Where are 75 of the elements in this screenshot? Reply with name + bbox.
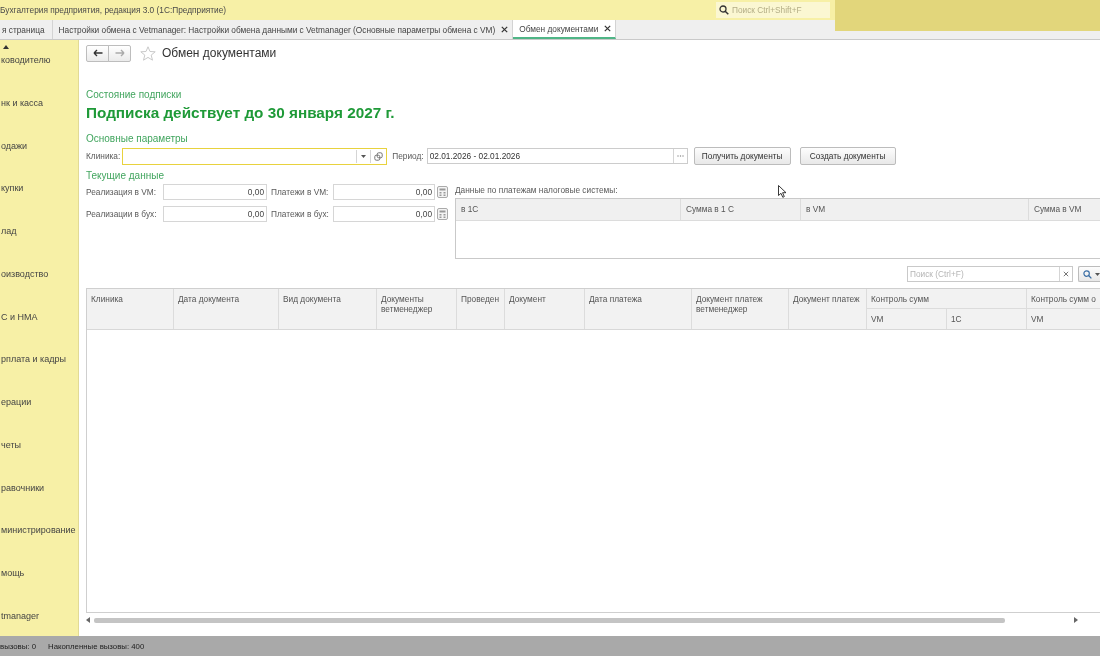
scroll-left-icon[interactable] [86,617,90,623]
close-icon[interactable] [501,26,509,33]
field-label: Реализация в VM: [86,187,157,197]
field-label: Платежи в бух: [270,209,330,219]
search-button[interactable] [1078,266,1100,282]
scrollbar-thumb[interactable] [94,617,1006,623]
scroll-right-icon[interactable] [1074,617,1078,623]
column-header[interactable]: VM [867,309,947,329]
action-button[interactable]: Получить документы [693,147,791,165]
column-header[interactable]: 1С [947,309,1027,329]
column-header[interactable]: Дата документа [174,289,279,329]
column-header[interactable]: Документ платеж [789,289,867,329]
field-label: Клиника: [86,151,121,161]
calculator-icon[interactable] [437,186,448,198]
tab[interactable]: Обмен документами [513,20,617,39]
caret-up-icon[interactable] [3,45,9,49]
sidebar-item[interactable]: министрирование [0,524,78,537]
table-caption: Данные по платежам налоговые системы: [455,185,618,195]
tab[interactable]: я страница [0,20,53,39]
sidebar-item[interactable]: четы [0,438,78,451]
form-title: Обмен документами [162,46,277,60]
sidebar-item[interactable]: ководителю [0,54,78,66]
period-field[interactable]: 02.01.2026 - 02.01.2026 [426,148,688,164]
section-heading: Состояние подписки [86,89,182,101]
search-icon [1083,269,1092,279]
sidebar-item[interactable]: ерации [0,396,78,409]
number-field[interactable]: 0,00 [333,184,435,200]
sidebar-item[interactable]: одажи [0,139,78,152]
column-header[interactable]: Клиника [87,289,174,329]
sidebar-item[interactable]: мощь [0,567,78,580]
arrow-left-icon [92,49,103,57]
arrow-right-icon [114,49,125,57]
number-field[interactable]: 0,00 [163,184,267,200]
column-header[interactable]: Документы ветменеджер [377,289,457,329]
calculator-icon[interactable] [437,208,448,220]
horizontal-scrollbar[interactable] [86,615,1078,625]
column-header[interactable]: VM [1027,309,1100,329]
number-field[interactable]: 0,00 [163,206,267,222]
section-heading: Основные параметры [86,133,188,145]
column-header: Сумма в VM [1033,203,1083,216]
column-header[interactable]: Вид документа [279,289,377,329]
sidebar-item[interactable]: лад [0,225,78,238]
sidebar-item[interactable]: равочники [0,481,78,494]
window-title: Бухгалтерия предприятия, редакция 3.0 (1С:Предприятие) [0,5,227,15]
column-header[interactable]: Контроль сумм о [1027,289,1100,309]
section-heading: Текущие данные [86,170,164,182]
sidebar-item[interactable]: tmanager [0,609,78,622]
number-field[interactable]: 0,00 [333,206,435,222]
column-header[interactable]: Документ платеж ветменеджер [692,289,789,329]
action-button[interactable]: Создать документы [799,147,896,165]
clear-icon[interactable] [1063,271,1069,277]
back-button[interactable] [86,44,109,62]
column-header[interactable]: Дата платежа [585,289,692,329]
clinic-field[interactable] [122,147,388,165]
sidebar-item[interactable]: оизводство [0,267,78,280]
column-header: в VM [801,199,1029,220]
sidebar-item[interactable]: С и НМА [0,310,78,323]
sidebar-item[interactable]: купки [0,182,78,195]
sidebar-item[interactable]: нк и касса [0,96,78,109]
subscription-status: Подписка действует до 30 января 2027 г. [86,103,395,123]
caret-down-icon [1095,272,1100,276]
star-icon[interactable] [140,45,156,61]
column-header[interactable]: Проведен [457,289,505,329]
close-icon[interactable] [604,25,612,32]
caret-down-icon[interactable] [361,154,367,158]
field-label: Платежи в VM: [270,187,330,197]
link-icon[interactable] [374,151,384,161]
column-header[interactable]: Контроль сумм [867,289,1027,309]
column-header: в 1С [456,199,681,220]
sidebar-item[interactable]: рплата и кадры [0,353,78,366]
field-label: Реализации в бух: [86,209,158,219]
search-icon [719,5,729,15]
column-header[interactable]: Документ [505,289,585,329]
field-label: Период: [392,151,424,161]
column-header: Сумма в 1 С [681,199,801,220]
